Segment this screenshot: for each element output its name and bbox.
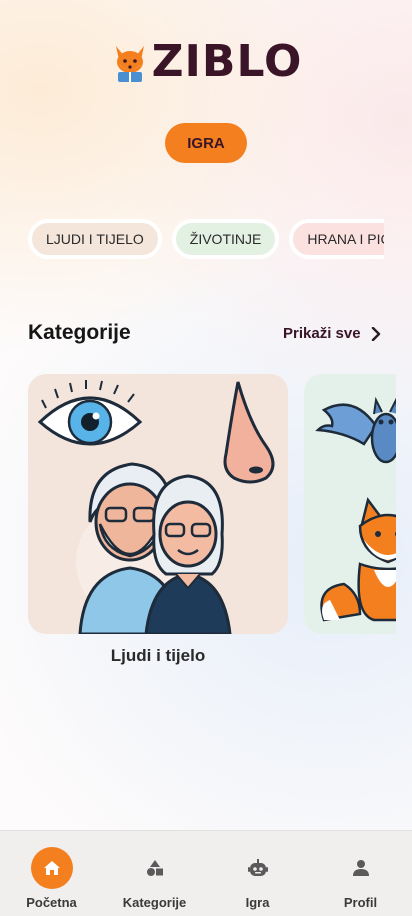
robot-icon (247, 859, 268, 876)
tab-igra[interactable]: Igra (206, 831, 309, 916)
animals-illustration (315, 396, 396, 622)
category-card-image (304, 374, 396, 634)
chip-zivotinje[interactable]: ŽIVOTINJE (171, 219, 280, 259)
person-icon (352, 860, 369, 876)
category-card-ljudi-i-tijelo[interactable]: Ljudi i tijelo (28, 374, 288, 666)
chevron-right-icon (371, 326, 380, 341)
chip-ljudi-i-tijelo[interactable]: LJUDI I TIJELO (28, 219, 162, 259)
app-logo: ZIBLO (0, 36, 412, 87)
category-card-zivotinje[interactable] (304, 374, 396, 646)
category-chips: LJUDI I TIJELO ŽIVOTINJE HRANA I PIĆE (28, 219, 384, 261)
chip-label: HRANA I PIĆE (307, 231, 384, 247)
tab-label: Kategorije (122, 895, 187, 910)
shapes-icon (146, 860, 163, 876)
bottom-tab-bar: Početna Kategorije Igra Profil (0, 830, 412, 916)
show-all-link[interactable]: Prikaži sve (283, 325, 381, 342)
tab-icon-container (237, 847, 279, 889)
tab-label: Igra (245, 895, 270, 910)
fox-mascot-icon (115, 45, 144, 82)
tab-icon-container (134, 847, 176, 889)
category-carousel: Ljudi i tijelo (28, 374, 396, 674)
tab-icon-container (340, 847, 382, 889)
chip-hrana-i-pice[interactable]: HRANA I PIĆE (289, 219, 384, 259)
people-body-illustration (37, 380, 275, 634)
chip-label: ŽIVOTINJE (189, 231, 262, 247)
tab-profil[interactable]: Profil (309, 831, 412, 916)
section-title: Kategorije (28, 321, 131, 344)
category-card-image (28, 374, 288, 634)
tab-icon-container (30, 847, 73, 889)
show-all-label: Prikaži sve (283, 325, 361, 342)
tab-pocetna[interactable]: Početna (0, 831, 103, 916)
tab-label: Profil (343, 895, 378, 910)
home-icon (43, 861, 60, 875)
logo-text: ZIBLO (151, 36, 303, 87)
play-button[interactable]: IGRA (165, 123, 247, 163)
chip-label: LJUDI I TIJELO (46, 231, 144, 247)
category-card-label: Ljudi i tijelo (110, 646, 206, 665)
tab-kategorije[interactable]: Kategorije (103, 831, 206, 916)
tab-label: Početna (26, 895, 77, 910)
